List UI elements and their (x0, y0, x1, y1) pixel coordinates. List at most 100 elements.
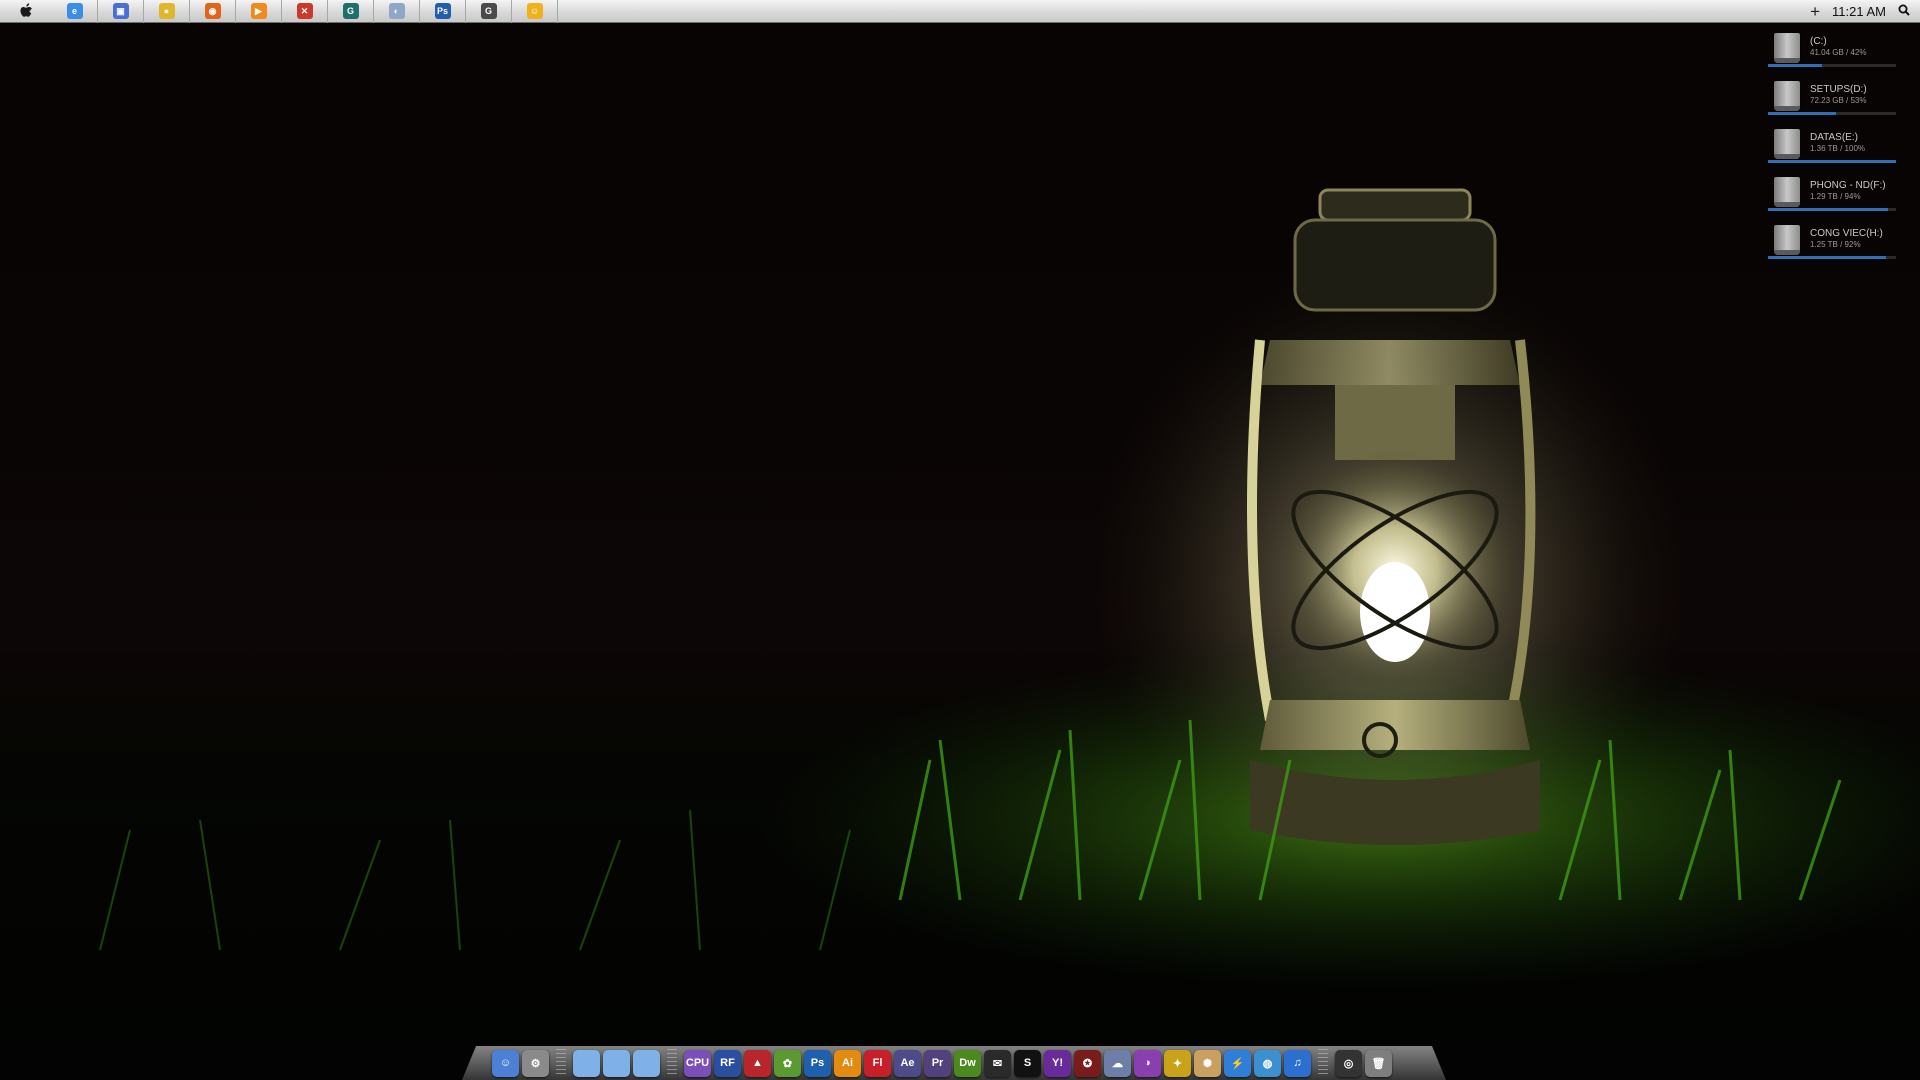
drive-usage-fill (1768, 160, 1896, 163)
drive-name: DATAS(E:) (1810, 132, 1858, 143)
dock-separator[interactable] (667, 1049, 677, 1077)
itunes-icon: ♫ (1293, 1057, 1302, 1069)
dock-item-folder-2[interactable] (603, 1049, 630, 1077)
drive-usage: 72.23 GB / 53% (1810, 96, 1867, 105)
plus-icon[interactable]: + (1810, 3, 1820, 20)
photoshop-icon: Ps (810, 1057, 825, 1069)
taskbar-item-dark-app[interactable]: G (466, 0, 512, 23)
dock-item-flash[interactable]: Fl (864, 1049, 891, 1077)
drive-h[interactable]: CONG VIEC(H:) 1.25 TB / 92% (1766, 222, 1898, 270)
dashboard-icon: ◎ (1343, 1057, 1354, 1070)
dock-item-photoshop[interactable]: Ps (804, 1049, 831, 1077)
dock-item-illustrator[interactable]: Ai (834, 1049, 861, 1077)
cpu-z-icon: CPU (685, 1057, 710, 1069)
apple-logo-icon[interactable] (0, 0, 52, 23)
hard-drive-icon (1774, 81, 1800, 111)
photoshop-icon: Ps (434, 3, 451, 19)
dock-item-bulb-app[interactable]: ✦ (1164, 1049, 1191, 1077)
taskbar-item-photoshop[interactable]: Ps (420, 0, 466, 23)
finder-icon: ☺ (499, 1057, 512, 1069)
illustrator-icon: Ai (842, 1057, 853, 1069)
dark-app-icon: G (480, 3, 497, 19)
drive-usage-fill (1768, 208, 1889, 211)
taskbar-item-yahoo-messenger[interactable]: ☺ (512, 0, 558, 23)
taskbar-item-media-player[interactable]: ▶ (236, 0, 282, 23)
dock-item-trash[interactable]: 🗑 (1365, 1049, 1392, 1077)
dock-item-dashboard[interactable]: ◎ (1335, 1049, 1362, 1077)
dock-item-antivirus[interactable]: ✪ (1074, 1049, 1101, 1077)
trash-icon: 🗑 (1371, 1057, 1386, 1070)
dock-item-rf-app[interactable]: RF (714, 1049, 741, 1077)
dock-item-folder-1[interactable] (573, 1049, 600, 1077)
dock-item-cloud-app[interactable]: ☁ (1104, 1049, 1131, 1077)
dock-item-purple-app[interactable]: ◑ (1134, 1049, 1161, 1077)
dock-item-folder-3[interactable] (633, 1049, 660, 1077)
drive-monitor-widget: (C:) 41.04 GB / 42% SETUPS(D:) 72.23 GB … (1766, 30, 1898, 270)
chrome-icon: ● (158, 3, 175, 19)
taskbar-item-firefox[interactable]: ◉ (190, 0, 236, 23)
taskbar-item-green-app[interactable]: G (328, 0, 374, 23)
drive-usage-bar (1768, 112, 1896, 115)
windows-drive-icon (1774, 33, 1800, 63)
drive-usage-fill (1768, 64, 1822, 67)
drive-f[interactable]: PHONG - ND(F:) 1.29 TB / 94% (1766, 174, 1898, 222)
dock-item-cpu-z[interactable]: CPU (684, 1049, 711, 1077)
film-reel-icon: ✺ (1202, 1057, 1213, 1070)
green-app-icon: G (342, 3, 359, 19)
acrobat-icon: ▲ (752, 1057, 763, 1069)
search-icon[interactable] (1898, 3, 1910, 21)
dock-separator[interactable] (556, 1049, 566, 1077)
media-player-icon: ▶ (250, 3, 267, 19)
dock: ☺ ⚙ CPU RF ▲ ✿ Ps Ai Fl Ae Pr Dw ✉ S Y! ✪ ☁ ◑ ✦ ✺ ⚡ ◍ ♫ ◎ 🗑 (462, 1046, 1446, 1080)
rf-app-icon: RF (720, 1057, 735, 1069)
purple-app-icon: ◑ (1144, 1057, 1151, 1069)
dock-item-system-preferences[interactable]: ⚙ (522, 1049, 549, 1077)
bulb-app-icon: ✦ (1172, 1057, 1183, 1070)
clock[interactable]: 11:21 AM (1832, 4, 1886, 19)
yahoo-messenger-icon: Y! (1052, 1057, 1063, 1069)
dock-item-after-effects[interactable]: Ae (894, 1049, 921, 1077)
hard-drive-icon (1774, 225, 1800, 255)
dock-separator[interactable] (1318, 1049, 1328, 1077)
dock-icons: ☺ ⚙ CPU RF ▲ ✿ Ps Ai Fl Ae Pr Dw ✉ S Y! ✪ ☁ ◑ ✦ ✺ ⚡ ◍ ♫ ◎ 🗑 (492, 1046, 1392, 1080)
taskbar-item-network-app[interactable]: ◐ (374, 0, 420, 23)
dock-item-globe-app[interactable]: ◍ (1254, 1049, 1281, 1077)
drive-e[interactable]: DATAS(E:) 1.36 TB / 100% (1766, 126, 1898, 174)
hard-drive-icon (1774, 177, 1800, 207)
dock-item-film-reel[interactable]: ✺ (1194, 1049, 1221, 1077)
globe-app-icon: ◍ (1262, 1057, 1273, 1070)
drive-d[interactable]: SETUPS(D:) 72.23 GB / 53% (1766, 78, 1898, 126)
dock-item-lightning-app[interactable]: ⚡ (1224, 1049, 1251, 1077)
dock-item-premiere[interactable]: Pr (924, 1049, 951, 1077)
yahoo-messenger-icon: ☺ (526, 3, 543, 19)
menu-extras: + 11:21 AM (1810, 0, 1910, 23)
taskbar-item-chrome[interactable]: ● (144, 0, 190, 23)
drive-usage-bar (1768, 64, 1896, 67)
drive-c[interactable]: (C:) 41.04 GB / 42% (1766, 30, 1898, 78)
top-menu-bar: e ▣ ● ◉ ▶ ✕ G ◐ Ps G ☺ + 11:21 AM (0, 0, 1920, 23)
taskbar-item-picture-app[interactable]: ✕ (282, 0, 328, 23)
dock-item-green-leaf-app[interactable]: ✿ (774, 1049, 801, 1077)
dock-item-finder[interactable]: ☺ (492, 1049, 519, 1077)
internet-explorer-icon: e (66, 3, 83, 19)
dock-item-black-app[interactable]: S (1014, 1049, 1041, 1077)
taskbar-item-ie[interactable]: e (52, 0, 98, 23)
dock-item-dreamweaver[interactable]: Dw (954, 1049, 981, 1077)
drive-usage: 1.36 TB / 100% (1810, 144, 1865, 153)
dock-item-acrobat[interactable]: ▲ (744, 1049, 771, 1077)
desktop-app-icon: ▣ (112, 3, 129, 19)
drive-usage-fill (1768, 256, 1886, 259)
lantern-in-grass-image (99, 188, 1920, 990)
cloud-app-icon: ☁ (1112, 1057, 1123, 1070)
dock-item-chat-bubble[interactable]: ✉ (984, 1049, 1011, 1077)
drive-usage: 1.29 TB / 94% (1810, 192, 1861, 201)
dock-item-yahoo-messenger[interactable]: Y! (1044, 1049, 1071, 1077)
drive-name: (C:) (1810, 36, 1827, 47)
chat-bubble-icon: ✉ (992, 1057, 1003, 1070)
dock-item-itunes[interactable]: ♫ (1284, 1049, 1311, 1077)
firefox-icon: ◉ (204, 3, 221, 19)
lightning-app-icon: ⚡ (1230, 1057, 1245, 1070)
taskbar-item-desktop-app[interactable]: ▣ (98, 0, 144, 23)
drive-usage-bar (1768, 160, 1896, 163)
after-effects-icon: Ae (900, 1057, 915, 1069)
